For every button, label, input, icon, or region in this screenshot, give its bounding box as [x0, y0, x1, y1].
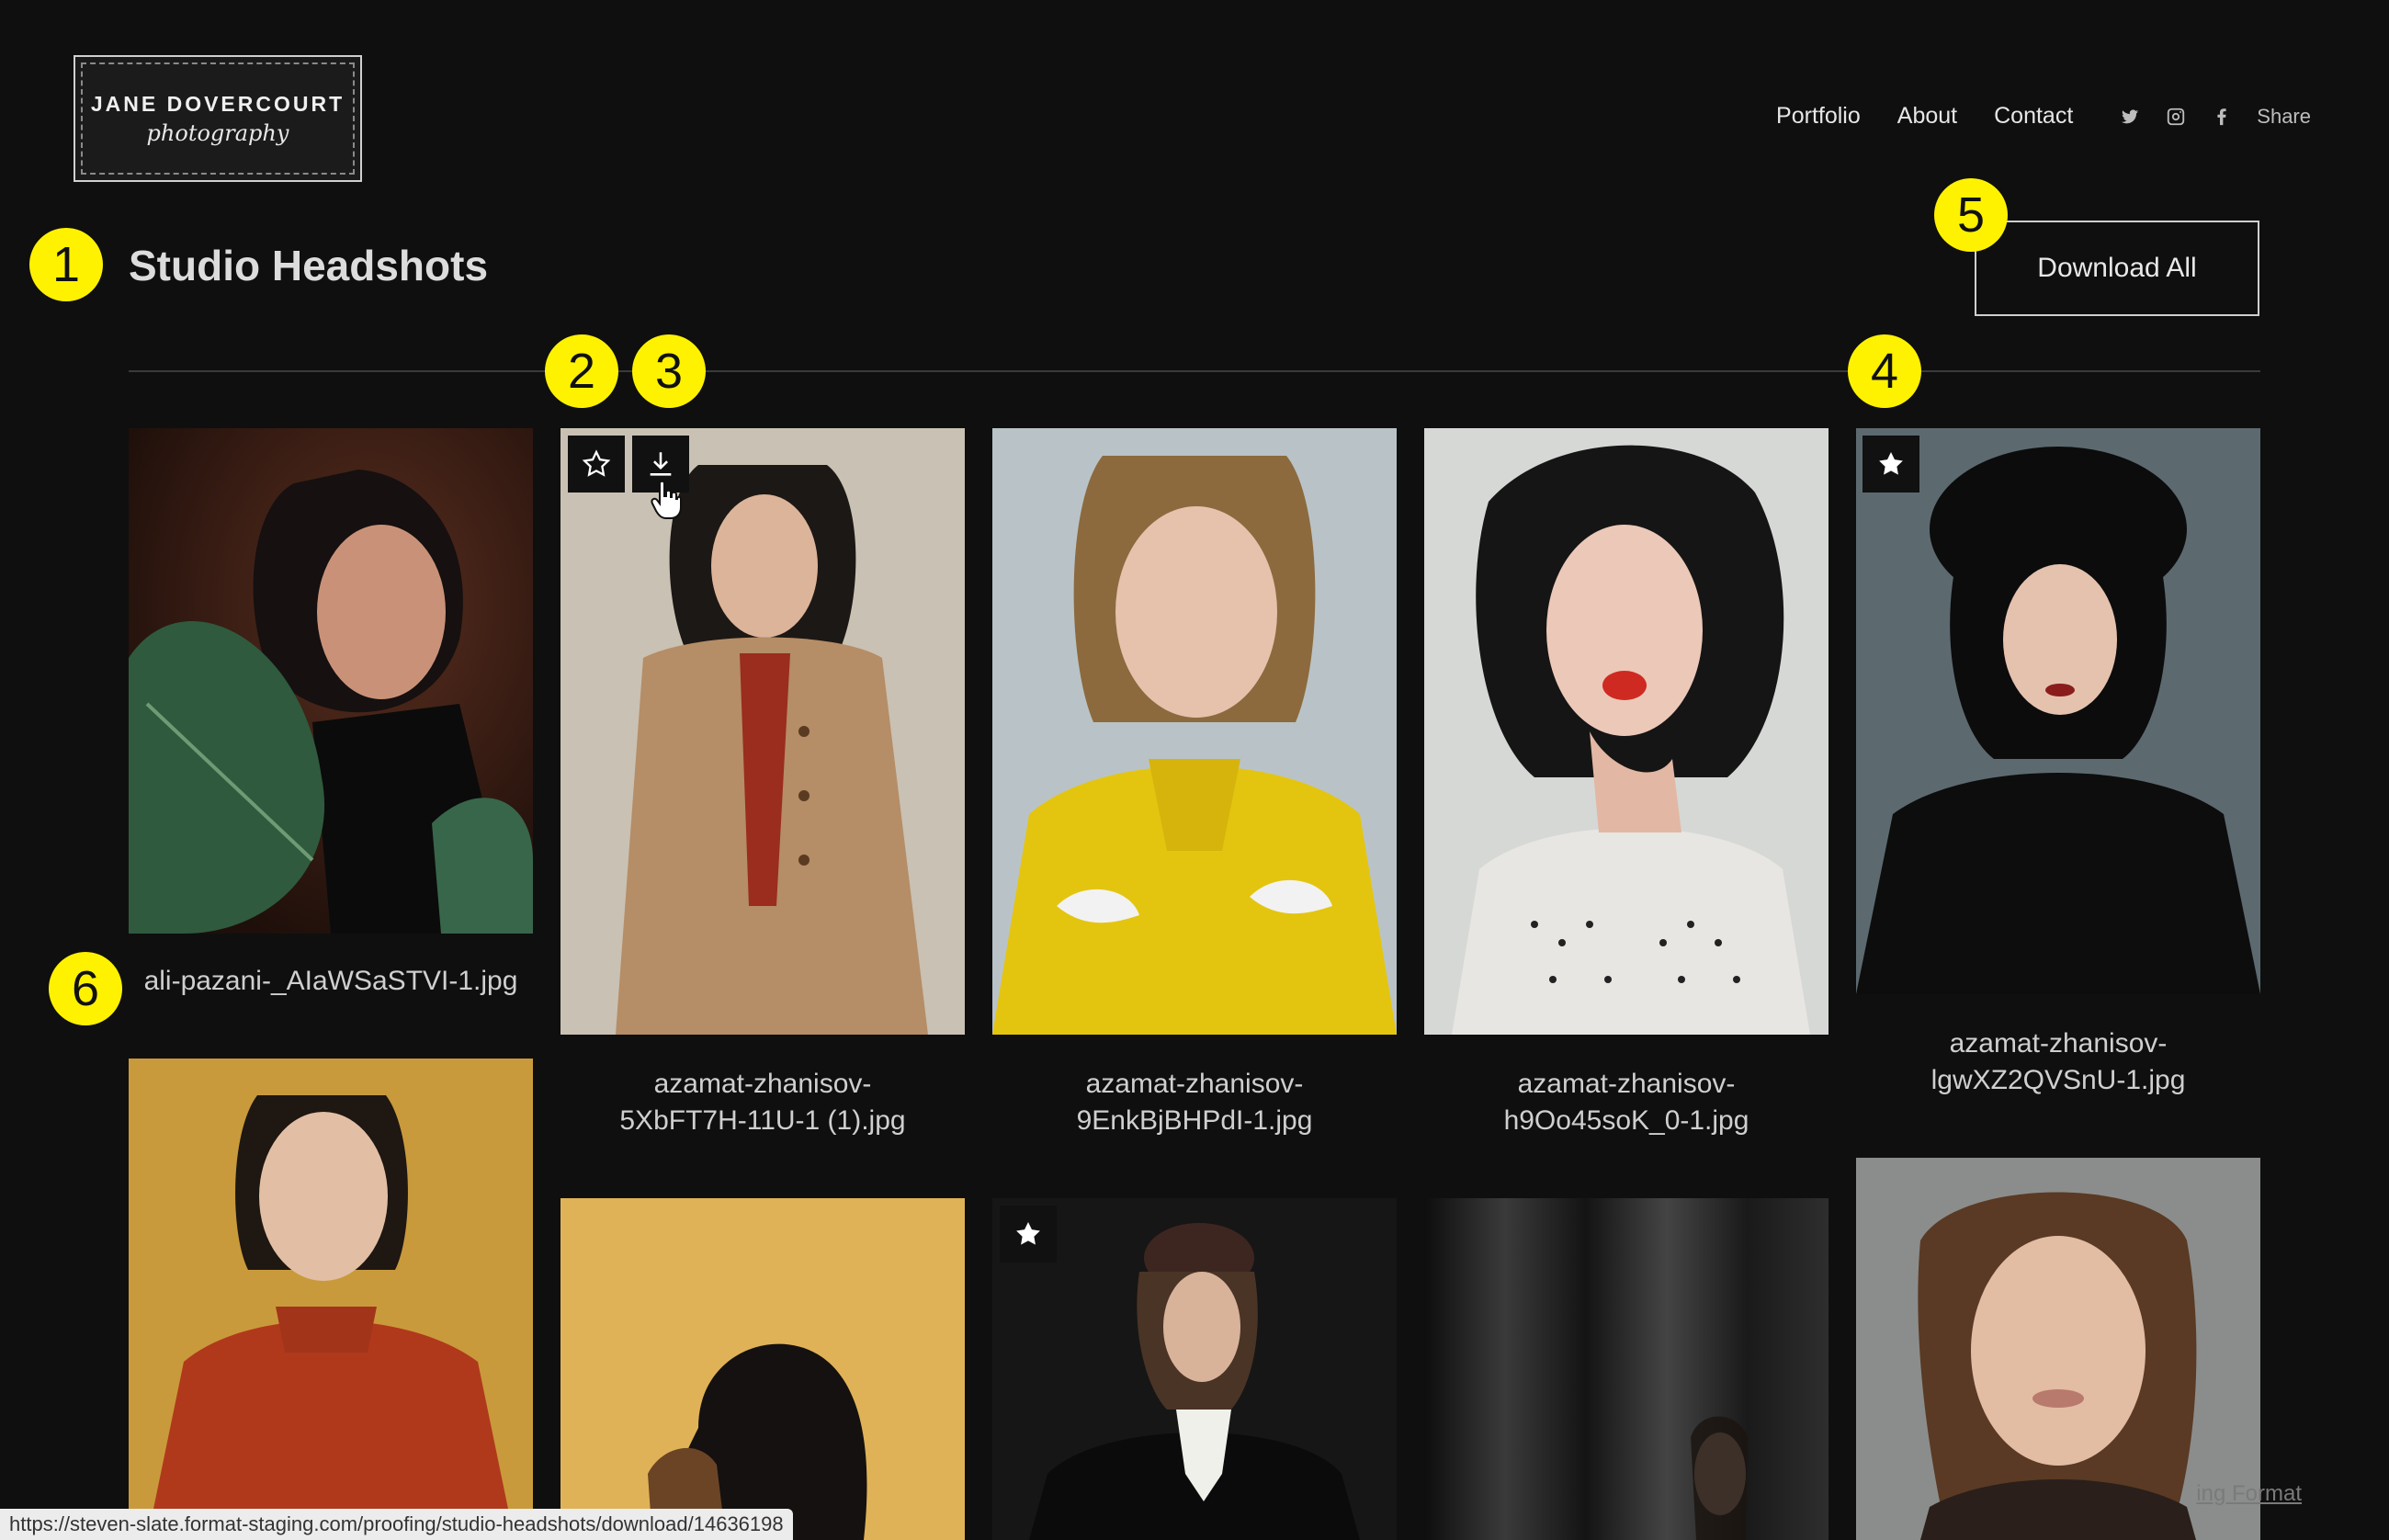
annotation-badge-6: 6 — [49, 952, 122, 1025]
photo-thumbnail[interactable] — [560, 428, 965, 1035]
star-filled-icon — [1016, 1221, 1040, 1245]
nav-about[interactable]: About — [1897, 103, 1957, 130]
caption-line: azamat-zhanisov- — [1085, 1069, 1304, 1099]
photo-thumbnail[interactable] — [1856, 428, 2260, 994]
photo-caption: azamat-zhanisov- 5XbFT7H-11U-1 (1).jpg — [560, 1066, 965, 1139]
facebook-icon[interactable] — [2211, 106, 2233, 128]
annotation-badge-4: 4 — [1848, 334, 1921, 408]
caption-line: lgwXZ2QVSnU-1.jpg — [1930, 1065, 2186, 1095]
photo-thumbnail[interactable] — [560, 1198, 965, 1540]
portrait-image — [1424, 428, 1829, 1035]
favorite-button[interactable] — [568, 436, 625, 493]
photo-caption: ali-pazani-_AIaWSaSTVI-1.jpg — [129, 963, 533, 1000]
star-filled-icon — [1879, 451, 1903, 475]
annotation-badge-5: 5 — [1934, 178, 2008, 252]
photo-caption: azamat-zhanisov- h9Oo45soK_0-1.jpg — [1424, 1066, 1829, 1139]
portrait-image — [1424, 1198, 1829, 1540]
photo-thumbnail[interactable] — [1424, 428, 1829, 1035]
logo-frame: JANE DOVERCOURT photography — [81, 62, 355, 175]
photo-thumbnail[interactable] — [1424, 1198, 1829, 1540]
hand-cursor-icon — [651, 480, 682, 519]
photo-thumbnail[interactable] — [129, 428, 533, 934]
instagram-icon[interactable] — [2165, 106, 2187, 128]
portrait-image — [992, 428, 1397, 1035]
caption-line: azamat-zhanisov- — [1517, 1069, 1736, 1099]
brand-name: JANE DOVERCOURT — [90, 91, 345, 116]
caption-line: azamat-zhanisov- — [653, 1069, 872, 1099]
star-outline-icon — [582, 449, 611, 477]
main-nav: Portfolio About Contact Share — [1739, 103, 2311, 130]
photo-thumbnail[interactable] — [129, 1059, 533, 1540]
brand-logo[interactable]: JANE DOVERCOURT photography — [74, 55, 362, 182]
caption-line: ali-pazani-_AIaWSaSTVI-1.jpg — [143, 966, 518, 996]
share-link[interactable]: Share — [2257, 105, 2311, 129]
annotation-badge-1: 1 — [29, 228, 103, 301]
social-links: Share — [2119, 105, 2311, 129]
favorite-button[interactable] — [1863, 436, 1919, 493]
twitter-icon[interactable] — [2119, 106, 2141, 128]
nav-contact[interactable]: Contact — [1994, 103, 2073, 130]
portrait-image — [129, 1059, 533, 1540]
caption-line: azamat-zhanisov- — [1949, 1028, 2168, 1059]
photo-thumbnail[interactable] — [992, 428, 1397, 1035]
caption-line: h9Oo45soK_0-1.jpg — [1503, 1105, 1749, 1136]
portrait-image — [1856, 428, 2260, 994]
nav-portfolio[interactable]: Portfolio — [1776, 103, 1861, 130]
caption-line: 5XbFT7H-11U-1 (1).jpg — [619, 1105, 906, 1136]
status-bar-url: https://steven-slate.format-staging.com/… — [0, 1509, 793, 1540]
caption-line: 9EnkBjBHPdI-1.jpg — [1076, 1105, 1313, 1136]
brand-tagline: photography — [146, 119, 289, 146]
photo-caption: azamat-zhanisov- 9EnkBjBHPdI-1.jpg — [992, 1066, 1397, 1139]
footer-credit-link[interactable]: ing Format — [2196, 1481, 2302, 1507]
divider — [129, 370, 2260, 372]
download-icon — [650, 452, 672, 476]
gallery-title: Studio Headshots — [129, 242, 489, 289]
download-all-button[interactable]: Download All — [1975, 221, 2259, 316]
annotation-badge-3: 3 — [632, 334, 706, 408]
portrait-image — [560, 1198, 965, 1540]
photo-caption: azamat-zhanisov- lgwXZ2QVSnU-1.jpg — [1856, 1025, 2260, 1099]
portrait-image — [560, 428, 965, 1035]
annotation-badge-2: 2 — [545, 334, 618, 408]
portrait-image — [129, 428, 533, 934]
favorite-button[interactable] — [1000, 1206, 1057, 1263]
